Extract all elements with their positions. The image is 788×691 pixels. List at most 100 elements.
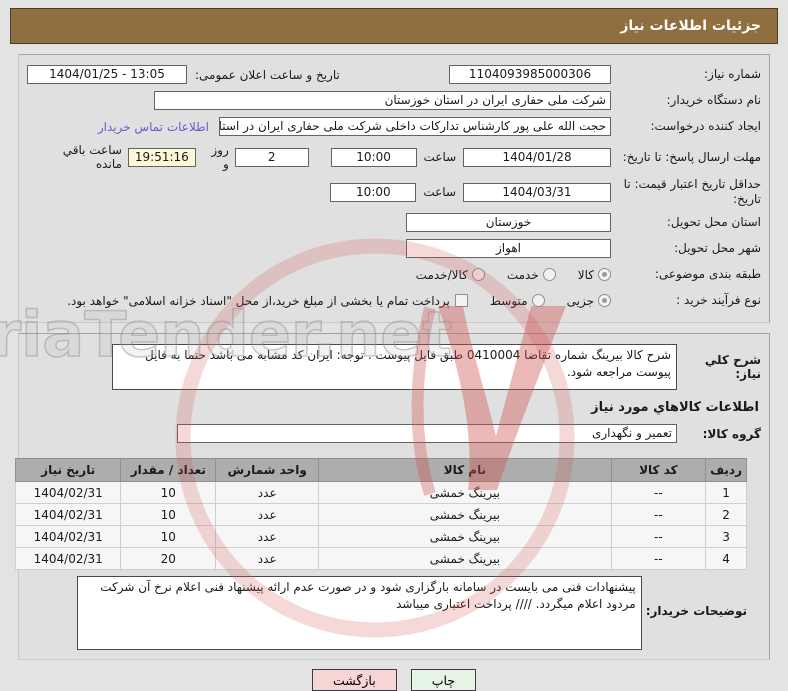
cell-item-code: -- [610, 525, 707, 548]
radio-service-label: خدمت [506, 267, 539, 282]
delivery-city-label: شهر محل تحویل: [674, 241, 761, 255]
buyer-name-label: نام دستگاه خریدار: [666, 93, 762, 107]
cell-unit: عدد [215, 481, 320, 504]
need-number-row: شماره نیاز: 1104093985000306 تاریخ و ساع… [27, 62, 761, 87]
cell-quantity: 10 [120, 525, 217, 548]
buyer-contact-link[interactable]: اطلاعات تماس خریدار [98, 120, 209, 134]
process-type-row: نوع فرآیند خرید : جزیی متوسط پرداخت تمام… [27, 288, 761, 313]
delivery-province-row: استان محل تحویل: خوزستان [27, 210, 761, 235]
buyer-name-row: نام دستگاه خریدار: شرکت ملی حفاری ایران … [27, 88, 761, 113]
remaining-time-label: ساعت باقي مانده [62, 143, 122, 171]
cell-item-name: بیرینگ خمشی [318, 547, 612, 570]
buyer-name-field[interactable]: شرکت ملی حفاری ایران در استان خوزستان [154, 91, 611, 110]
treasury-docs-checkbox-label: پرداخت تمام یا بخشی از مبلغ خرید،از محل … [67, 293, 450, 308]
cell-row-number: 2 [705, 503, 747, 526]
cell-need-date: 1404/02/31 [14, 525, 122, 548]
subject-class-label: طبقه بندی موضوعی: [654, 267, 761, 281]
cell-quantity: 20 [120, 547, 217, 570]
col-row-number: ردیف [705, 458, 747, 482]
buyer-notes-textarea[interactable]: پیشنهادات فنی می بایست در سامانه بارگزار… [76, 576, 642, 650]
buyer-notes-row: توضیحات خریدار: پیشنهادات فنی می بایست د… [27, 576, 761, 650]
page-title: جزئیات اطلاعات نیاز [620, 18, 761, 34]
remaining-days-label: روز و [211, 143, 229, 171]
cell-unit: عدد [215, 525, 320, 548]
announce-datetime-label: تاریخ و ساعت اعلان عمومی: [195, 67, 340, 82]
radio-service[interactable] [542, 268, 556, 281]
remaining-days-field[interactable]: 2 [234, 147, 309, 167]
radio-minor[interactable] [598, 294, 611, 307]
col-need-date: تاریخ نیاز [14, 458, 122, 482]
cell-item-name: بیرینگ خمشی [318, 481, 612, 504]
footer-buttons: چاپ بازگشت [0, 669, 788, 691]
radio-medium-label: متوسط [489, 293, 528, 308]
cell-unit: عدد [215, 503, 320, 526]
col-unit: واحد شمارش [215, 458, 320, 482]
cell-need-date: 1404/02/31 [14, 481, 122, 504]
cell-row-number: 1 [705, 481, 747, 504]
reply-deadline-row: مهلت ارسال پاسخ: تا تاریخ: 1404/01/28 سا… [27, 140, 761, 174]
delivery-province-field[interactable]: خوزستان [406, 213, 611, 232]
process-type-label: نوع فرآیند خرید : [676, 293, 761, 307]
radio-goods-label: کالا [577, 267, 594, 282]
announce-datetime-field[interactable]: 1404/01/25 - 13:05 [27, 65, 187, 84]
need-desc-label: شرح کلي نیاز: [704, 353, 761, 381]
goods-info-panel: شرح کلي نیاز: شرح کالا بیرینگ شماره تقاض… [14, 333, 770, 660]
cell-quantity: 10 [120, 503, 217, 526]
request-creator-field[interactable]: حجت الله علی پور کارشناس تدارکات داخلی ش… [219, 117, 611, 136]
goods-group-field[interactable]: تعمیر و نگهداری [177, 424, 677, 443]
delivery-city-row: شهر محل تحویل: اهواز [27, 236, 761, 261]
reply-deadline-label: مهلت ارسال پاسخ: تا تاریخ: [622, 149, 761, 164]
treasury-docs-checkbox[interactable] [454, 294, 468, 307]
radio-medium[interactable] [531, 294, 545, 307]
back-button[interactable]: بازگشت [312, 669, 397, 691]
radio-minor-label: جزیی [566, 293, 594, 308]
cell-need-date: 1404/02/31 [14, 503, 122, 526]
cell-quantity: 10 [120, 481, 217, 504]
table-row: 4 -- بیرینگ خمشی عدد 20 1404/02/31 [14, 547, 747, 570]
cell-item-name: بیرینگ خمشی [318, 525, 612, 548]
need-info-panel: شماره نیاز: 1104093985000306 تاریخ و ساع… [18, 54, 770, 323]
goods-table: ردیف کد کالا نام کالا واحد شمارش تعداد /… [14, 458, 747, 570]
request-creator-row: ایجاد کننده درخواست: حجت الله علی پور کا… [27, 114, 761, 139]
table-row: 3 -- بیرینگ خمشی عدد 10 1404/02/31 [14, 525, 747, 548]
subject-class-row: طبقه بندی موضوعی: کالا خدمت کالا/خدمت [27, 262, 761, 287]
col-item-code: کد کالا [610, 458, 707, 482]
goods-group-label: گروه کالا: [702, 426, 761, 441]
table-row: 1 -- بیرینگ خمشی عدد 10 1404/02/31 [14, 481, 747, 504]
cell-row-number: 4 [705, 547, 747, 570]
radio-goods-service[interactable] [471, 268, 485, 281]
delivery-province-label: استان محل تحویل: [666, 215, 761, 229]
table-row: 2 -- بیرینگ خمشی عدد 10 1404/02/31 [14, 503, 747, 526]
reply-deadline-time-field[interactable]: 10:00 [330, 147, 417, 167]
delivery-city-field[interactable]: اهواز [406, 239, 611, 258]
reply-deadline-hour-label: ساعت [423, 150, 457, 164]
need-number-field[interactable]: 1104093985000306 [449, 65, 611, 84]
price-validity-date-field[interactable]: 1404/03/31 [463, 182, 611, 202]
col-item-name: نام کالا [318, 458, 612, 482]
goods-group-row: گروه کالا: تعمیر و نگهداری [27, 421, 761, 446]
cell-need-date: 1404/02/31 [14, 547, 122, 570]
request-creator-label: ایجاد کننده درخواست: [650, 119, 761, 133]
radio-goods[interactable] [598, 268, 611, 281]
page-title-bar: جزئیات اطلاعات نیاز [10, 8, 778, 44]
need-desc-textarea[interactable]: شرح کالا بیرینگ شماره تقاضا 0410004 طبق … [112, 344, 677, 390]
cell-item-code: -- [610, 503, 707, 526]
cell-row-number: 3 [705, 525, 747, 548]
reply-deadline-date-field[interactable]: 1404/01/28 [463, 147, 611, 167]
price-validity-hour-label: ساعت [423, 185, 456, 199]
need-desc-row: شرح کلي نیاز: شرح کالا بیرینگ شماره تقاض… [27, 344, 761, 390]
need-number-label: شماره نیاز: [704, 67, 761, 81]
radio-goods-service-label: کالا/خدمت [415, 267, 468, 282]
col-quantity: تعداد / مقدار [120, 458, 217, 482]
price-validity-row: حداقل تاریخ اعتبار قیمت: تا تاریخ: 1404/… [27, 175, 761, 209]
cell-item-name: بیرینگ خمشی [318, 503, 612, 526]
remaining-time-field[interactable]: 19:51:16 [127, 147, 196, 167]
price-validity-label: حداقل تاریخ اعتبار قیمت: تا تاریخ: [623, 177, 761, 206]
cell-item-code: -- [610, 481, 707, 504]
print-button[interactable]: چاپ [410, 669, 477, 691]
cell-item-code: -- [610, 547, 707, 570]
goods-table-header-row: ردیف کد کالا نام کالا واحد شمارش تعداد /… [14, 458, 747, 482]
goods-section-header: اطلاعات کالاهاي مورد نیاز [591, 400, 759, 415]
buyer-notes-label: توضیحات خریدار: [645, 604, 747, 618]
price-validity-time-field[interactable]: 10:00 [330, 182, 417, 202]
